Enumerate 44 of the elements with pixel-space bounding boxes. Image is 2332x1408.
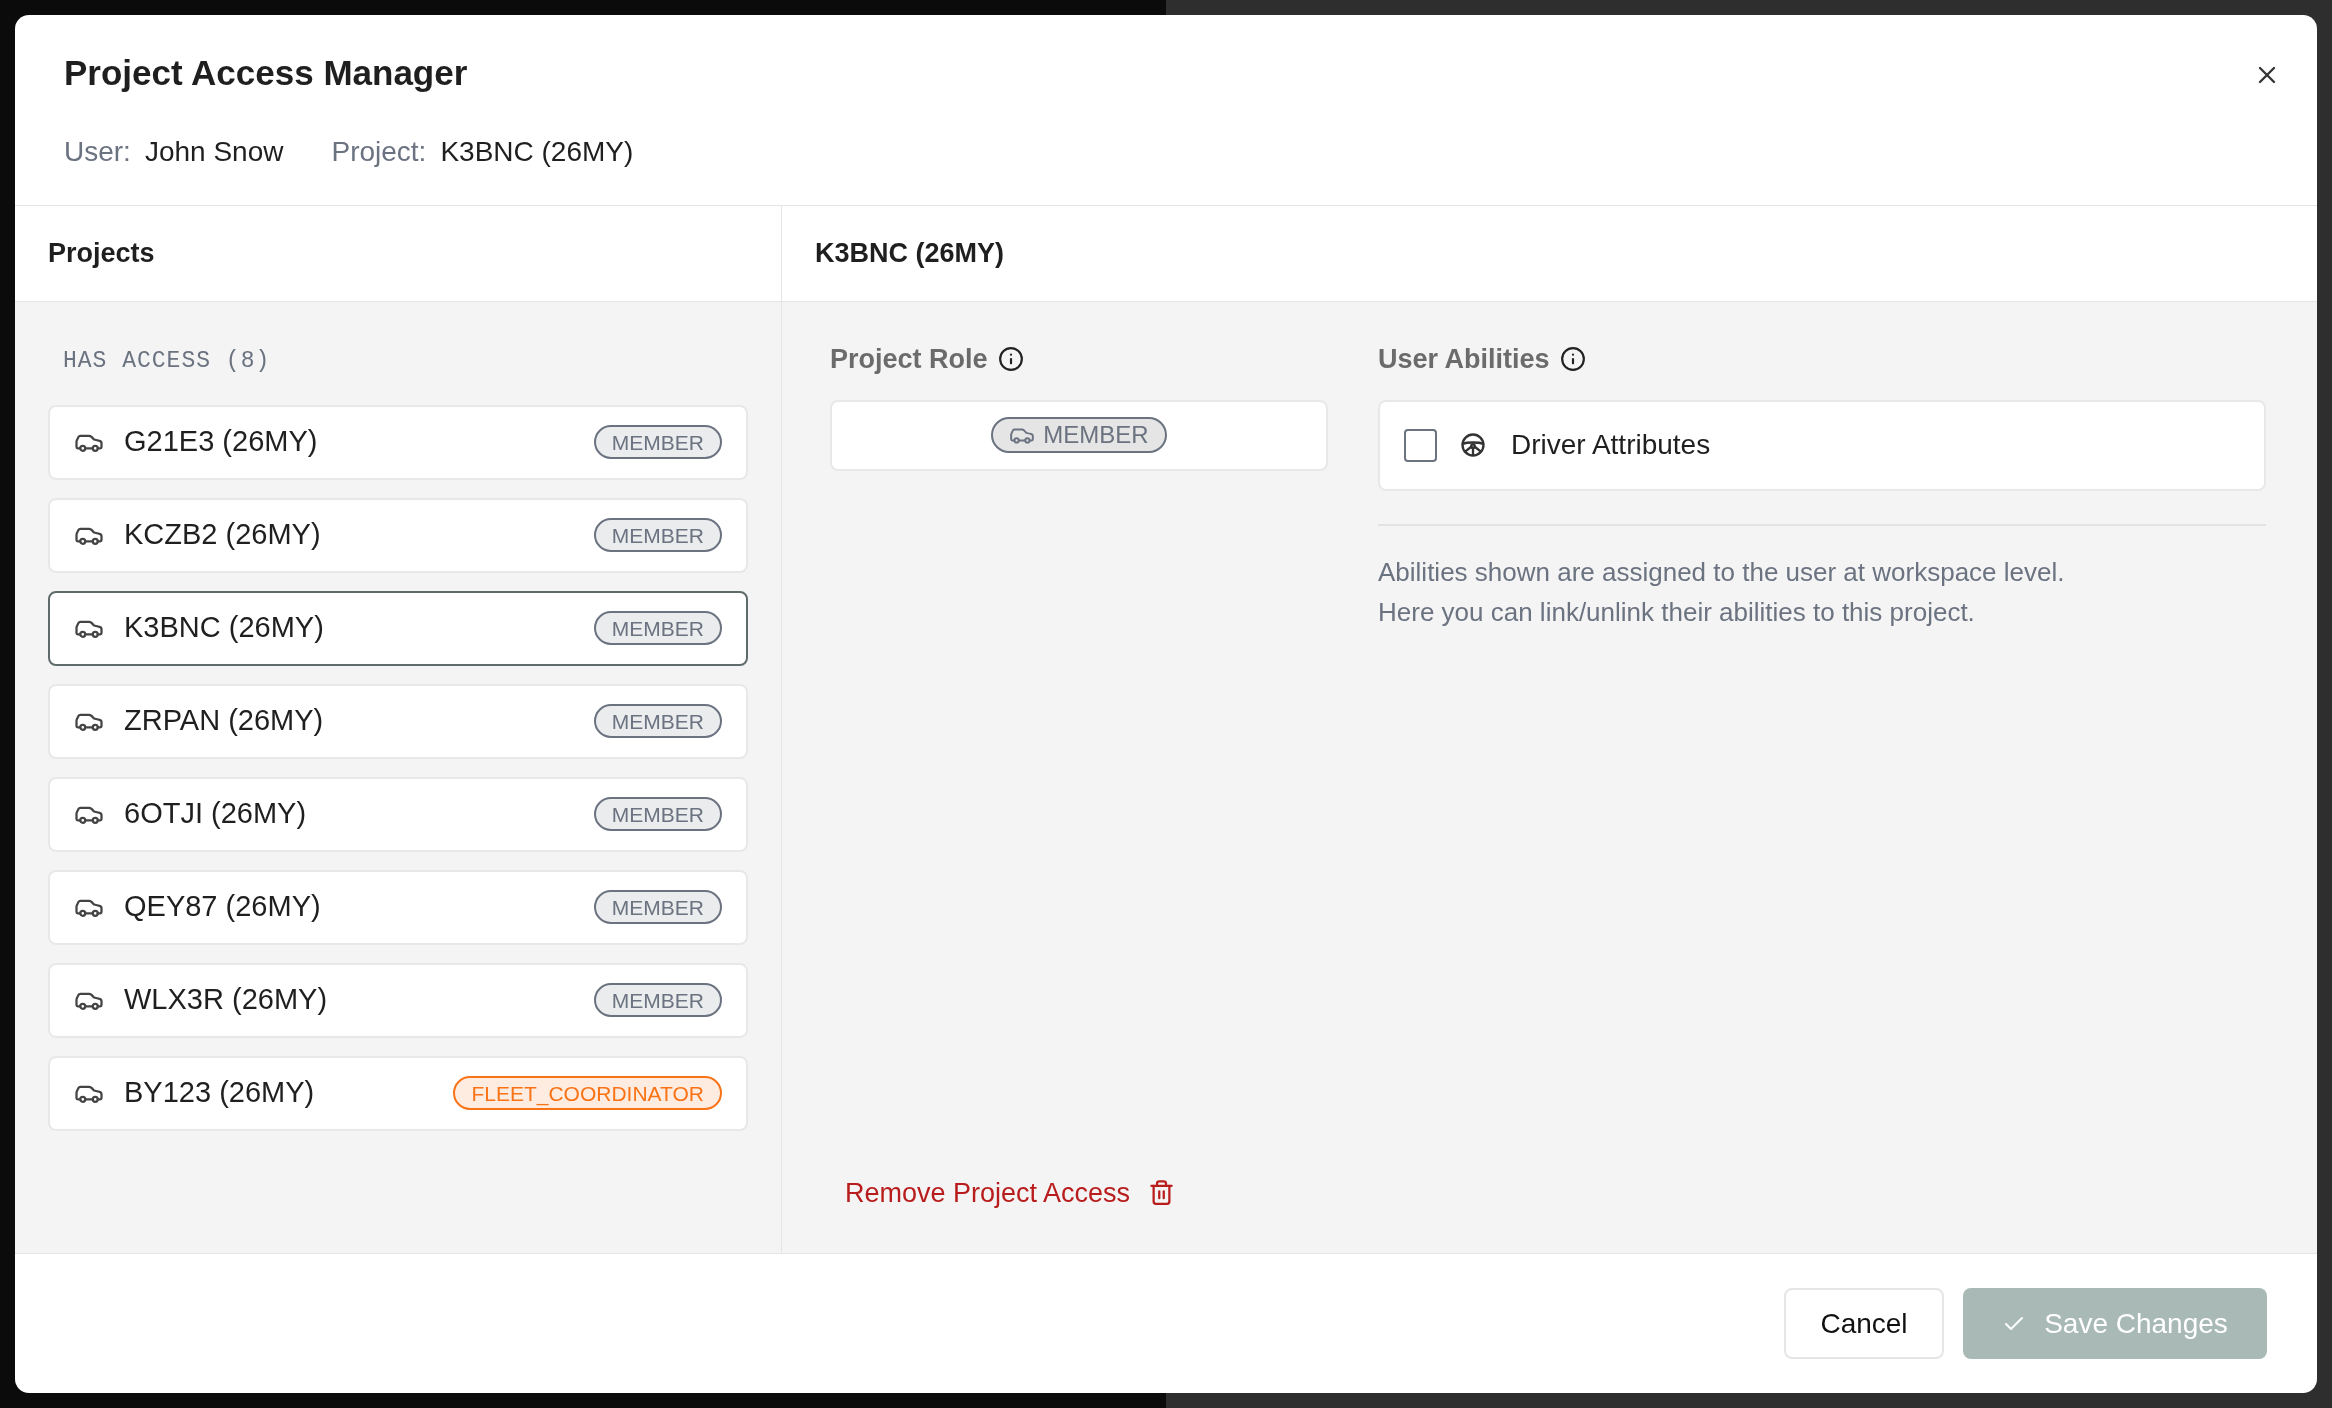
- user-name: John Snow: [144, 138, 284, 166]
- info-icon: [1559, 346, 1586, 373]
- project-name: 6OTJI (26MY): [124, 796, 307, 832]
- dialog-title: Project Access Manager: [64, 55, 468, 90]
- role-badge: MEMBER: [593, 518, 722, 552]
- section-heading: User Abilities: [1378, 343, 1550, 376]
- panel-heading: K3BNC (26MY): [815, 237, 1005, 271]
- info-icon: [997, 346, 1024, 373]
- project-item[interactable]: ZRPAN (26MY) MEMBER: [48, 683, 748, 759]
- project-name: K3BNC (26MY): [440, 138, 634, 166]
- panel-heading: Projects: [48, 237, 155, 271]
- project-item[interactable]: 6OTJI (26MY) MEMBER: [48, 776, 748, 852]
- steering-wheel-icon: [1459, 431, 1487, 459]
- trash-icon: [1148, 1179, 1176, 1207]
- ability-name: Driver Attributes: [1511, 428, 1711, 462]
- cancel-button[interactable]: Cancel: [1784, 1288, 1944, 1359]
- project-name: K3BNC (26MY): [124, 610, 324, 646]
- project-name: G21E3 (26MY): [124, 424, 318, 460]
- project-name: ZRPAN (26MY): [124, 703, 324, 739]
- project-label: Project:: [331, 138, 427, 166]
- user-label: User:: [64, 138, 131, 166]
- project-item[interactable]: WLX3R (26MY) MEMBER: [48, 962, 748, 1038]
- project-item[interactable]: G21E3 (26MY) MEMBER: [48, 404, 748, 480]
- role-badge: MEMBER: [593, 983, 722, 1017]
- project-name: KCZB2 (26MY): [124, 517, 321, 553]
- section-label: HAS ACCESS (8): [62, 347, 272, 376]
- project-name: QEY87 (26MY): [124, 889, 321, 925]
- project-name: WLX3R (26MY): [124, 982, 328, 1018]
- description-text: Abilities shown are assigned to the user at workspace level. Here you can link/unlink their abilities to this project.: [1378, 555, 2066, 629]
- role-badge: FLEET_COORDINATOR: [453, 1076, 722, 1110]
- role-badge: MEMBER: [593, 425, 722, 459]
- role-badge: MEMBER: [593, 611, 722, 645]
- role-badge: MEMBER: [593, 890, 722, 924]
- section-heading: Project Role: [830, 343, 988, 376]
- project-item[interactable]: K3BNC (26MY) MEMBER: [48, 590, 748, 666]
- project-item[interactable]: KCZB2 (26MY) MEMBER: [48, 497, 748, 573]
- project-item[interactable]: QEY87 (26MY) MEMBER: [48, 869, 748, 945]
- checkbox[interactable]: [1404, 428, 1437, 462]
- role-badge: MEMBER: [991, 417, 1167, 453]
- remove-access-link[interactable]: Remove Project Access: [845, 1172, 1176, 1213]
- role-badge: MEMBER: [593, 797, 722, 831]
- project-name: BY123 (26MY): [124, 1075, 315, 1111]
- role-badge: MEMBER: [593, 704, 722, 738]
- project-item[interactable]: BY123 (26MY) FLEET_COORDINATOR: [48, 1055, 748, 1131]
